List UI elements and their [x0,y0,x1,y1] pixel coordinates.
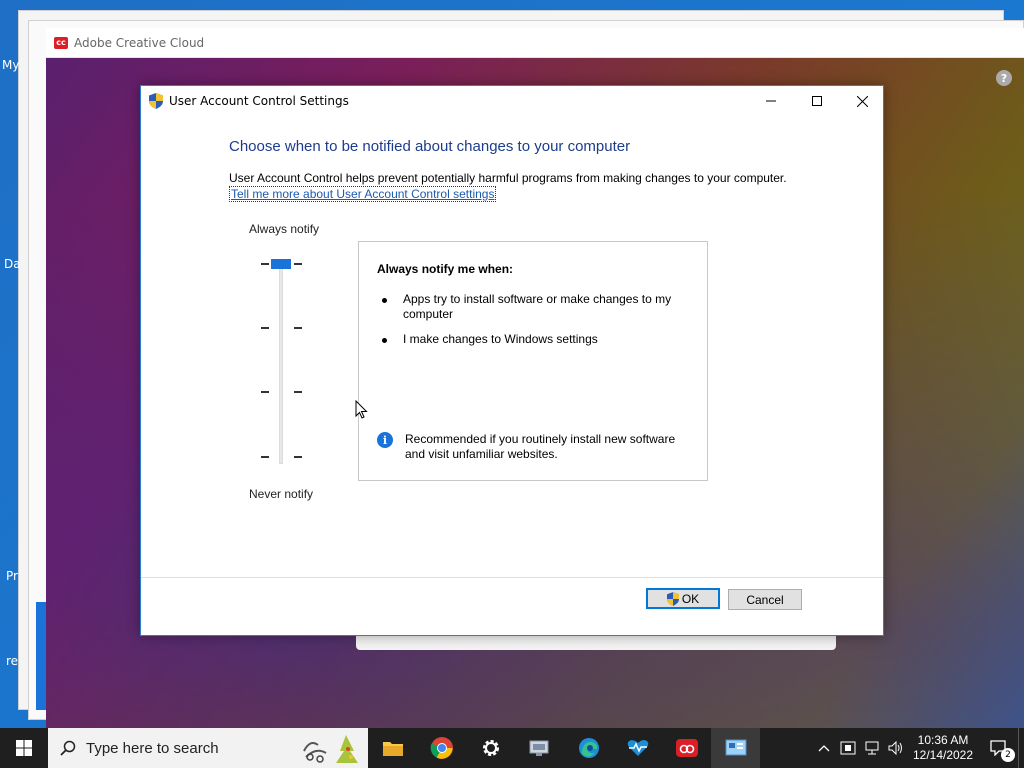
folder-icon [382,742,403,756]
cancel-button[interactable]: Cancel [728,589,802,610]
taskbar-edge[interactable] [564,728,613,768]
slider-tick [294,391,302,393]
info-bullet-list: Apps try to install software or make cha… [377,292,687,357]
ok-button[interactable]: OK [646,588,720,609]
network-icon [865,741,879,755]
help-icon[interactable]: ? [996,70,1012,86]
taskbar-network-tool[interactable] [515,728,564,768]
maximize-icon [812,96,822,106]
minimize-icon [766,100,776,102]
taskbar-creative-cloud[interactable] [662,728,711,768]
creative-cloud-icon: cc [54,36,68,49]
taskbar-control-panel[interactable] [711,728,760,768]
cancel-button-label: Cancel [746,592,784,607]
notifications-button[interactable]: 2 [978,728,1018,768]
desktop-text-fragment: Da [4,257,21,271]
search-highlight-icon [303,735,358,763]
heart-pulse-icon [627,740,648,756]
tray-app-button[interactable] [836,741,860,755]
network-status-button[interactable] [860,741,884,755]
info-icon: i [377,432,393,448]
windows-logo-icon [16,740,32,756]
search-placeholder: Type here to search [86,739,219,757]
desktop-text-fragment: My [2,58,20,72]
creative-cloud-titlebar[interactable]: cc Adobe Creative Cloud [46,28,1024,58]
taskbar-search-box[interactable]: Type here to search [48,728,368,768]
taskbar-chrome[interactable] [417,728,466,768]
taskbar-health-monitor[interactable] [613,728,662,768]
close-button[interactable] [839,86,885,116]
learn-more-link[interactable]: Tell me more about User Account Control … [229,186,497,202]
dialog-title: User Account Control Settings [169,94,349,108]
notification-slider-thumb[interactable] [271,259,291,269]
info-heading: Always notify me when: [377,262,514,276]
desktop-text-fragment: re [6,654,19,668]
show-hidden-icons-button[interactable] [812,744,836,752]
clock[interactable]: 10:36 AM 12/14/2022 [908,733,978,763]
clock-time: 10:36 AM [917,733,969,747]
desktop-text-fragment: Pr [6,569,18,583]
slider-top-label: Always notify [249,222,320,236]
taskbar-file-explorer[interactable] [368,728,417,768]
taskbar-settings[interactable] [466,728,515,768]
edge-icon [578,738,599,758]
slider-bottom-label: Never notify [249,487,314,501]
maximize-button[interactable] [794,86,840,116]
slider-tick [261,327,269,329]
dialog-description: User Account Control helps prevent poten… [229,171,787,185]
shield-icon [666,591,679,606]
background-panel [36,602,46,710]
shield-icon [149,93,163,109]
volume-button[interactable] [884,741,908,755]
chrome-icon [430,737,453,759]
dialog-heading: Choose when to be notified about changes… [229,138,631,155]
speaker-icon [888,741,902,755]
slider-tick [294,327,302,329]
window-title: Adobe Creative Cloud [74,35,205,50]
network-tool-icon [529,740,548,756]
gear-icon [482,740,499,756]
slider-tick [261,263,269,265]
close-icon [856,95,868,107]
mouse-cursor-icon [355,400,368,419]
list-item: Apps try to install software or make cha… [377,292,687,322]
ok-button-label: OK [681,591,700,606]
notification-count-badge: 2 [1001,748,1015,762]
uac-dialog: User Account Control Settings Choose whe… [140,85,884,636]
info-panel: Always notify me when: Apps try to insta… [358,241,708,481]
slider-tick [261,456,269,458]
creative-cloud-icon [675,739,698,757]
control-panel-icon [725,739,746,756]
minimize-button[interactable] [748,86,794,116]
divider [141,577,883,578]
slider-tick [294,456,302,458]
notification-slider-track[interactable] [279,264,283,464]
search-icon [60,740,76,756]
slider-tick [261,391,269,393]
recommendation-text: Recommended if you routinely install new… [405,432,676,461]
chevron-up-icon [818,745,830,752]
system-tray: 10:36 AM 12/14/2022 2 [812,728,1024,768]
list-item: I make changes to Windows settings [377,332,687,347]
start-button[interactable] [0,728,48,768]
show-desktop-button[interactable] [1018,728,1024,768]
slider-tick [294,263,302,265]
tray-app-icon [840,741,856,755]
taskbar: Type here to search 10:36 AM 12/14/2022 … [0,728,1024,768]
clock-date: 12/14/2022 [912,748,974,762]
